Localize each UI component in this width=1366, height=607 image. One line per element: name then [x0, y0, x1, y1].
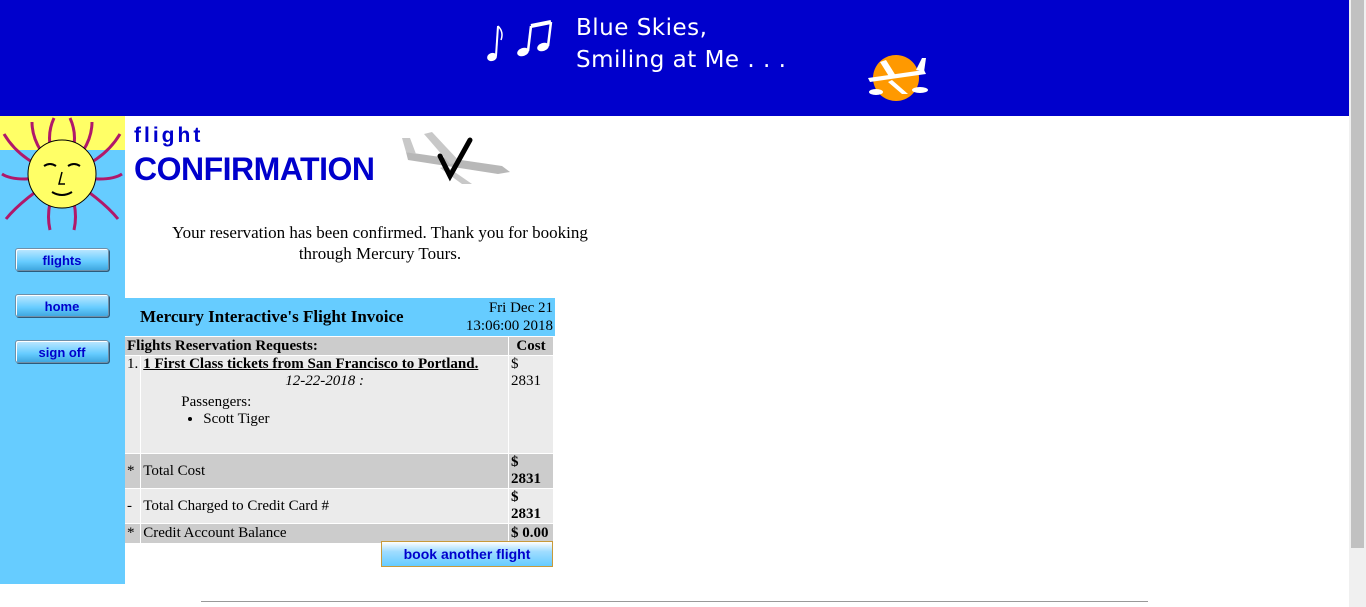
flight-invoice: Mercury Interactive's Flight Invoice Fri… [125, 298, 555, 544]
nav-home-button[interactable]: home [15, 294, 109, 317]
airplane-sun-logo-icon [868, 55, 928, 101]
invoice-date-line2: 13:06:00 2018 [465, 318, 553, 334]
item-cost: $ 2831 [509, 356, 553, 453]
sun-face-icon [0, 116, 125, 232]
passengers-label: Passengers: [181, 394, 252, 410]
item-details: 1 First Class tickets from San Francisco… [141, 356, 508, 453]
page-title-small: flight [134, 124, 204, 147]
passenger-name: Scott Tiger [203, 411, 506, 428]
charged-amount: $ 2831 [509, 489, 553, 523]
col-cost-header: Cost [509, 337, 553, 355]
item-date: 12-22-2018 : [285, 373, 364, 389]
tagline-line2: Smiling at Me . . . [576, 47, 787, 73]
invoice-table-header: Flights Reservation Requests: Cost [125, 337, 553, 355]
charged-row: - Total Charged to Credit Card # $ 2831 [125, 489, 553, 523]
footer-divider [201, 601, 1148, 604]
total-row: * Total Cost $ 2831 [125, 454, 553, 488]
col-requests-header: Flights Reservation Requests: [125, 337, 508, 355]
charged-marker: - [125, 489, 141, 523]
header-banner: Blue Skies, Smiling at Me . . . [0, 0, 1349, 116]
total-marker: * [125, 454, 141, 488]
passenger-list: Scott Tiger [143, 411, 506, 428]
invoice-table: Flights Reservation Requests: Cost 1. 1 … [124, 336, 554, 544]
book-another-flight-button[interactable]: book another flight [381, 541, 553, 567]
music-notes-icon [487, 20, 553, 62]
page-title: CONFIRMATION [134, 151, 375, 187]
scrollbar-thumb[interactable] [1351, 0, 1364, 548]
total-amount: $ 2831 [509, 454, 553, 488]
nav-flights-button[interactable]: flights [15, 248, 109, 271]
tagline-line1: Blue Skies, [576, 15, 708, 41]
balance-marker: * [125, 524, 141, 543]
nav-sign-off-button[interactable]: sign off [15, 340, 109, 363]
confirmation-message: Your reservation has been confirmed. Tha… [172, 223, 588, 263]
invoice-header: Mercury Interactive's Flight Invoice Fri… [125, 298, 555, 336]
charged-label: Total Charged to Credit Card # [141, 489, 508, 523]
invoice-date-line1: Fri Dec 21 [488, 300, 553, 316]
invoice-date: Fri Dec 21 13:06:00 2018 [466, 299, 553, 335]
item-title: 1 First Class tickets from San Francisco… [143, 356, 479, 372]
invoice-item-row: 1. 1 First Class tickets from San Franci… [125, 356, 553, 453]
airplane-checkmark-icon [402, 132, 510, 184]
item-number: 1. [125, 356, 141, 453]
total-label: Total Cost [141, 454, 508, 488]
invoice-title: Mercury Interactive's Flight Invoice [140, 307, 404, 326]
tagline: Blue Skies, Smiling at Me . . . [576, 12, 786, 76]
